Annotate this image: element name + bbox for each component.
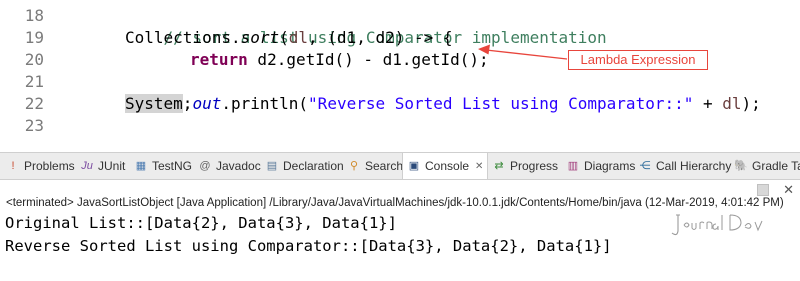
tab-console[interactable]: ▣ Console ✕ [402, 153, 489, 179]
testng-icon: ▦ [135, 160, 147, 172]
tab-label: Progress [510, 159, 559, 173]
declaration-icon: ▤ [266, 160, 278, 172]
tab-call-hierarchy[interactable]: ⋲ Call Hierarchy [634, 153, 735, 179]
console-toolbar: ✕ [757, 183, 794, 196]
tab-label: JUnit [98, 159, 126, 173]
search-icon: ⚲ [349, 160, 359, 172]
tab-label: Declaration [283, 159, 344, 173]
tab-diagrams[interactable]: ▥ Diagrams [562, 153, 639, 179]
diagrams-icon: ▥ [567, 160, 579, 172]
gradle-icon: 🐘 [734, 160, 748, 172]
tab-javadoc[interactable]: @ Javadoc [194, 153, 265, 179]
console-icon: ▣ [408, 160, 420, 172]
code-editor[interactable]: 18 19 20 21 22 23 // sort a list using C… [0, 0, 800, 145]
javadoc-icon: @ [199, 160, 211, 172]
tab-label: Javadoc [216, 159, 261, 173]
call-hierarchy-icon: ⋲ [639, 160, 651, 172]
tab-label: Diagrams [584, 159, 636, 173]
tab-progress[interactable]: ⇄ Progress [488, 153, 562, 179]
tab-label: Call Hierarchy [656, 159, 732, 173]
console-launch-info: <terminated> JavaSortListObject [Java Ap… [6, 197, 784, 209]
journaldev-watermark-logo [671, 214, 763, 236]
annotation-arrow-icon [478, 44, 568, 60]
stop-icon[interactable] [757, 184, 770, 196]
tab-label: Console [425, 159, 470, 173]
tab-junit[interactable]: Ju JUnit [76, 153, 129, 179]
console-output-line: Reverse Sorted List using Comparator::[D… [5, 237, 612, 255]
console-output-line: Original List::[Data{2}, Data{3}, Data{1… [5, 214, 397, 232]
tab-label: Gradle Tas [752, 159, 800, 173]
close-icon[interactable]: ✕ [475, 161, 483, 172]
tab-gradle-tasks[interactable]: 🐘 Gradle Tas [730, 153, 800, 179]
tab-search[interactable]: ⚲ Search [343, 153, 407, 179]
tab-label: TestNG [152, 159, 193, 173]
tab-label: Problems [24, 159, 75, 173]
tab-declaration[interactable]: ▤ Declaration [261, 153, 348, 179]
problems-icon: ! [11, 160, 15, 172]
progress-icon: ⇄ [494, 160, 504, 172]
lambda-annotation-label: Lambda Expression [568, 50, 708, 70]
tab-problems[interactable]: ! Problems [2, 153, 79, 179]
tab-testng[interactable]: ▦ TestNG [130, 153, 196, 179]
view-tab-bar: ! Problems Ju JUnit ▦ TestNG @ Javadoc ▤… [0, 152, 800, 180]
junit-icon: Ju [81, 160, 93, 172]
tab-label: Search [365, 159, 404, 173]
remove-launch-icon[interactable]: ✕ [783, 183, 794, 196]
